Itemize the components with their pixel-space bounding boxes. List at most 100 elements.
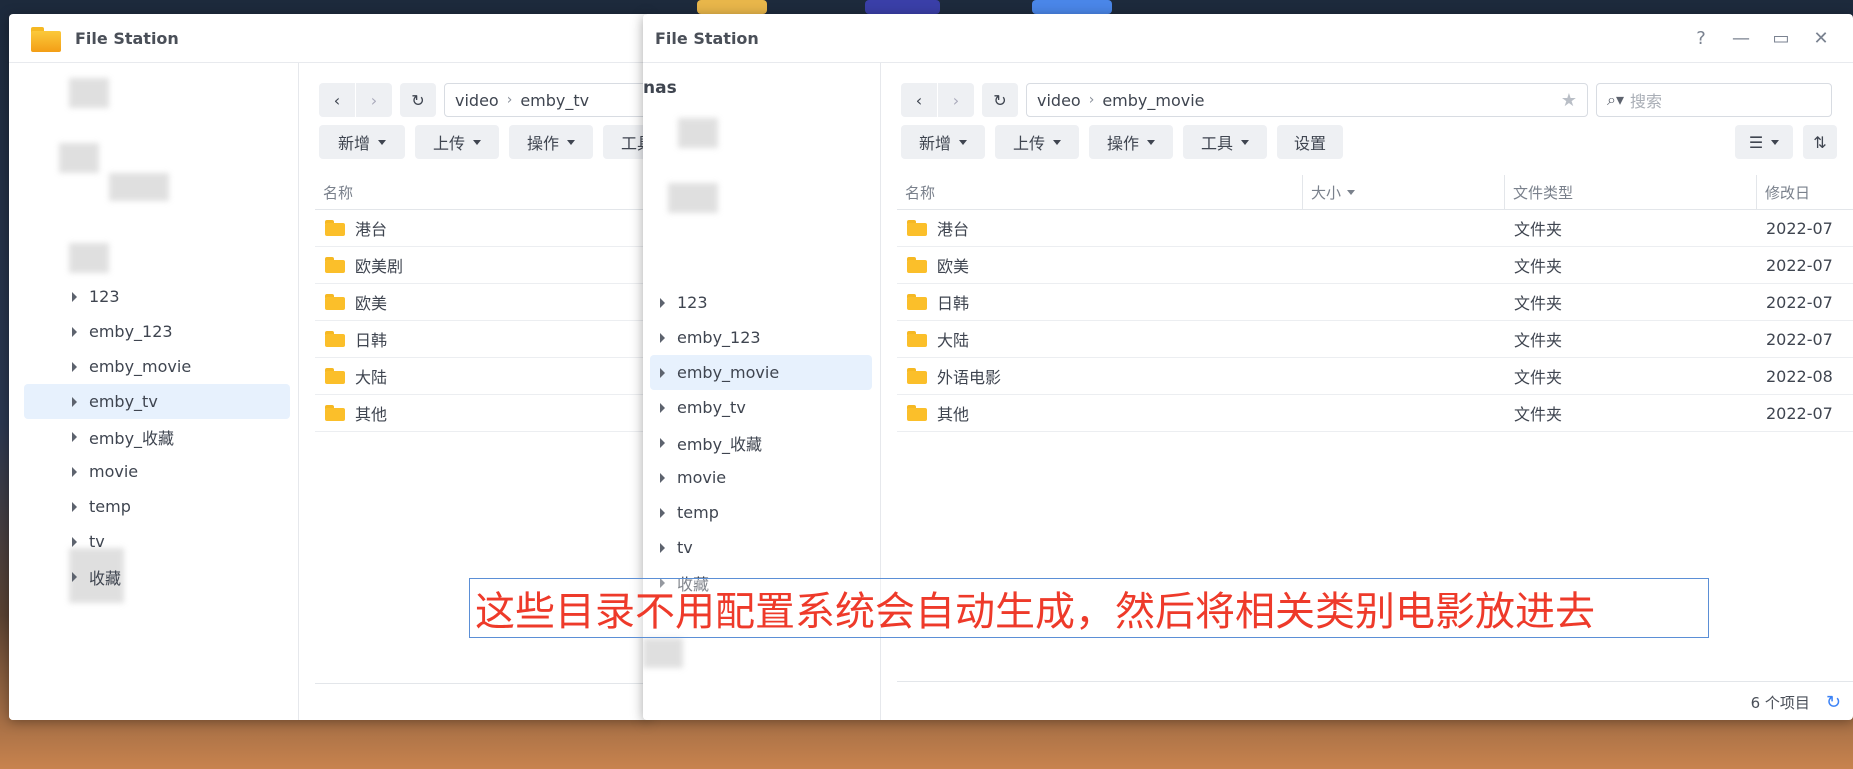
right-settings-button[interactable]: 设置 [1277, 125, 1343, 159]
left-tree-item-emby-tv[interactable]: emby_tv [24, 384, 290, 419]
chevron-right-icon [660, 542, 665, 553]
sort-button[interactable]: ⇅ [1803, 125, 1837, 159]
folder-icon [907, 220, 927, 236]
right-tools-button[interactable]: 工具 [1183, 125, 1267, 159]
right-footer: 6 个项目 ↻ [897, 681, 1853, 720]
right-tree-item-tv[interactable]: tv [650, 530, 872, 565]
chevron-right-icon [660, 507, 665, 518]
left-tree-item-movie[interactable]: movie [24, 454, 290, 489]
maximize-icon[interactable]: ▭ [1761, 28, 1801, 49]
view-mode-button[interactable]: ☰ [1735, 125, 1793, 159]
left-action-button[interactable]: 操作 [509, 125, 593, 159]
nas-root-label[interactable]: nas [643, 78, 677, 98]
left-file-row[interactable]: 港台 [315, 210, 649, 247]
breadcrumb-separator-icon: › [506, 92, 513, 108]
chevron-right-icon [72, 291, 77, 302]
right-tree-item-emby-123[interactable]: emby_123 [650, 320, 872, 355]
left-tree-item-temp[interactable]: temp [24, 489, 290, 524]
left-tree-item-emby-123[interactable]: emby_123 [24, 314, 290, 349]
file-station-app-icon [31, 24, 61, 52]
left-tree-item-favorites[interactable]: 收藏 [24, 559, 290, 594]
right-file-row[interactable]: 外语电影 文件夹 2022-08 [897, 358, 1853, 395]
right-tree-item-temp[interactable]: temp [650, 495, 872, 530]
right-file-row[interactable]: 港台 文件夹 2022-07 [897, 210, 1853, 247]
caret-down-icon [1771, 139, 1780, 145]
folder-icon [325, 220, 345, 236]
right-column-modified[interactable]: 修改日 [1756, 175, 1852, 209]
right-tree-item-emby-favorites[interactable]: emby_收藏 [650, 425, 872, 460]
chevron-right-icon [72, 431, 77, 442]
right-column-size[interactable]: 大小 [1302, 175, 1504, 209]
right-file-row[interactable]: 其他 文件夹 2022-07 [897, 395, 1853, 432]
desktop-icon-3[interactable] [1032, 0, 1112, 14]
minimize-icon[interactable]: — [1721, 28, 1761, 49]
back-button[interactable]: ‹ [319, 83, 355, 117]
left-file-row[interactable]: 其他 [315, 395, 649, 432]
desktop-icon-1[interactable] [697, 0, 767, 14]
left-tree-item-emby-movie[interactable]: emby_movie [24, 349, 290, 384]
left-file-row[interactable]: 大陆 [315, 358, 649, 395]
right-file-row[interactable]: 日韩 文件夹 2022-07 [897, 284, 1853, 321]
chevron-right-icon [660, 367, 665, 378]
help-icon[interactable]: ? [1681, 28, 1721, 49]
chevron-right-icon [72, 361, 77, 372]
folder-icon [325, 294, 345, 310]
left-file-row[interactable]: 欧美剧 [315, 247, 649, 284]
left-upload-button[interactable]: 上传 [415, 125, 499, 159]
left-add-button[interactable]: 新增 [319, 125, 405, 159]
refresh-button[interactable]: ↻ [400, 83, 436, 117]
chevron-right-icon [72, 326, 77, 337]
right-path-bar[interactable]: video › emby_movie ★ [1026, 83, 1588, 117]
right-titlebar[interactable]: File Station ? — ▭ ✕ [643, 14, 1853, 63]
forward-button[interactable]: › [356, 83, 392, 117]
right-window-title: File Station [655, 28, 759, 48]
right-tree-item-emby-tv[interactable]: emby_tv [650, 390, 872, 425]
refresh-icon: ↻ [993, 90, 1007, 110]
search-icon: ⌕▾ [1607, 90, 1624, 109]
close-icon[interactable]: ✕ [1801, 28, 1841, 49]
search-input[interactable]: ⌕▾ 搜索 [1596, 83, 1832, 117]
chevron-right-icon [72, 536, 77, 547]
star-icon[interactable]: ★ [1561, 90, 1577, 111]
caret-down-icon [959, 139, 967, 145]
left-tree-item-tv[interactable]: tv [24, 524, 290, 559]
chevron-right-icon [660, 472, 665, 483]
desktop-icon-2[interactable] [865, 0, 940, 14]
left-tree-item-emby-favorites[interactable]: emby_收藏 [24, 419, 290, 454]
folder-icon [907, 331, 927, 347]
refresh-button[interactable]: ↻ [982, 83, 1018, 117]
left-path-bar[interactable]: video › emby_tv [444, 83, 649, 117]
right-tree-item-emby-movie[interactable]: emby_movie [650, 355, 872, 390]
left-column-name[interactable]: 名称 [315, 175, 615, 209]
folder-icon [907, 368, 927, 384]
right-column-type[interactable]: 文件类型 [1504, 175, 1756, 209]
caret-down-icon [1053, 139, 1061, 145]
left-tree-item-123[interactable]: 123 [24, 279, 290, 314]
right-file-row[interactable]: 欧美 文件夹 2022-07 [897, 247, 1853, 284]
right-add-button[interactable]: 新增 [901, 125, 985, 159]
left-list-header: 名称 [315, 175, 649, 210]
item-count: 6 个项目 [1750, 693, 1810, 712]
chevron-right-icon [660, 402, 665, 413]
right-tree-item-movie[interactable]: movie [650, 460, 872, 495]
breadcrumb-separator-icon: › [1088, 92, 1095, 108]
chevron-right-icon [72, 466, 77, 477]
left-titlebar[interactable]: File Station [9, 14, 649, 63]
caret-down-icon [473, 139, 481, 145]
right-tree-item-123[interactable]: 123 [650, 285, 872, 320]
left-file-row[interactable]: 日韩 [315, 321, 649, 358]
back-button[interactable]: ‹ [901, 83, 937, 117]
refresh-icon[interactable]: ↻ [1826, 692, 1841, 713]
right-upload-button[interactable]: 上传 [995, 125, 1079, 159]
right-action-button[interactable]: 操作 [1089, 125, 1173, 159]
folder-icon [907, 257, 927, 273]
chevron-right-icon [660, 332, 665, 343]
chevron-right-icon [72, 571, 77, 582]
forward-button[interactable]: › [938, 83, 974, 117]
chevron-right-icon: › [952, 90, 960, 110]
list-view-icon: ☰ [1748, 132, 1764, 152]
chevron-right-icon: › [370, 90, 378, 110]
left-file-row[interactable]: 欧美 [315, 284, 649, 321]
right-file-row[interactable]: 大陆 文件夹 2022-07 [897, 321, 1853, 358]
right-column-name[interactable]: 名称 [897, 175, 1302, 209]
